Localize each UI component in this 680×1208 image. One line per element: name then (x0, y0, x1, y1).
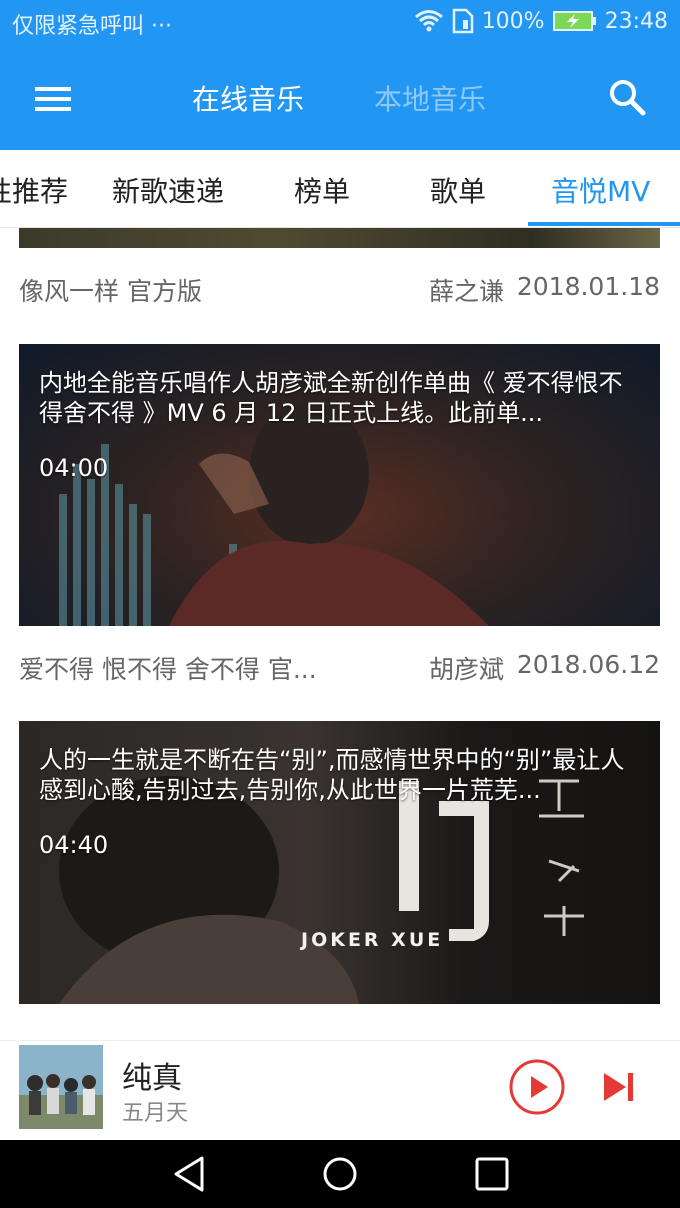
wifi-icon (414, 10, 443, 32)
mv-duration: 04:00 (39, 454, 109, 482)
mv-meta-row: 爱不得 恨不得 舍不得 官... 胡彦斌 2018.06.12 (19, 650, 660, 690)
mv-meta-row: 像风一样 官方版 薛之谦 2018.01.18 (19, 272, 660, 312)
mv-thumbnail[interactable]: 人的一生就是不断在告“别”,而感情世界中的“别”最让人感到心酸,告别过去,告别你… (19, 721, 660, 1004)
tab-online-music[interactable]: 在线音乐 (192, 78, 304, 118)
mv-artist: 薛之谦 (429, 277, 505, 306)
back-icon[interactable] (170, 1154, 210, 1194)
mv-thumbnail[interactable]: 内地全能音乐唱作人胡彦斌全新创作单曲《 爱不得恨不得舍不得 》MV 6 月 12… (19, 344, 660, 626)
mv-description: 内地全能音乐唱作人胡彦斌全新创作单曲《 爱不得恨不得舍不得 》MV 6 月 12… (39, 369, 623, 427)
recents-icon[interactable] (472, 1154, 512, 1194)
mini-player[interactable]: 纯真 五月天 (0, 1040, 680, 1140)
tab-playlists[interactable]: 歌单 (430, 170, 486, 210)
skip-next-icon[interactable] (602, 1071, 636, 1103)
mv-title[interactable]: 爱不得 恨不得 舍不得 官... (19, 650, 317, 686)
tab-personal-recommend[interactable]: 个性推荐 (0, 170, 68, 210)
play-icon[interactable] (508, 1058, 566, 1116)
active-tab-indicator (528, 222, 680, 226)
status-icons: 100% 23:48 (414, 8, 668, 34)
mv-date: 2018.06.12 (516, 650, 660, 679)
battery-charging-icon (552, 11, 596, 31)
now-playing-artist: 五月天 (122, 1101, 189, 1126)
mv-artist: 胡彦斌 (429, 655, 505, 684)
hamburger-menu-icon[interactable] (30, 76, 76, 122)
tab-charts[interactable]: 榜单 (294, 170, 350, 210)
status-bar: 仅限紧急呼叫 ··· 100% 23:48 (0, 0, 680, 46)
system-nav-bar (0, 1140, 680, 1208)
app-bar: 在线音乐 本地音乐 (0, 46, 680, 150)
carrier-text: 仅限紧急呼叫 ··· (12, 14, 172, 39)
clock: 23:48 (604, 8, 668, 34)
tab-mv[interactable]: 音悦MV (551, 170, 650, 210)
search-icon[interactable] (606, 76, 648, 118)
battery-percent: 100% (481, 8, 545, 34)
mv-duration: 04:40 (39, 831, 109, 859)
album-art[interactable] (19, 1045, 103, 1129)
mv-description: 人的一生就是不断在告“别”,而感情世界中的“别”最让人感到心酸,告别过去,告别你… (39, 746, 625, 804)
poster-text: JOKER XUE (301, 929, 444, 951)
mv-thumbnail[interactable] (19, 228, 660, 248)
mv-list[interactable]: 像风一样 官方版 薛之谦 2018.01.18 内地全能音乐唱作人胡彦斌全新创作… (0, 228, 680, 1040)
tab-new-songs[interactable]: 新歌速递 (112, 170, 224, 210)
sim-icon (452, 8, 473, 34)
mv-date: 2018.01.18 (516, 272, 660, 301)
now-playing-title[interactable]: 纯真 (122, 1053, 182, 1097)
category-tab-bar: 个性推荐 新歌速递 榜单 歌单 音悦MV (0, 150, 680, 228)
home-icon[interactable] (320, 1154, 360, 1194)
mv-title[interactable]: 像风一样 官方版 (19, 272, 202, 308)
tab-local-music[interactable]: 本地音乐 (374, 78, 486, 118)
